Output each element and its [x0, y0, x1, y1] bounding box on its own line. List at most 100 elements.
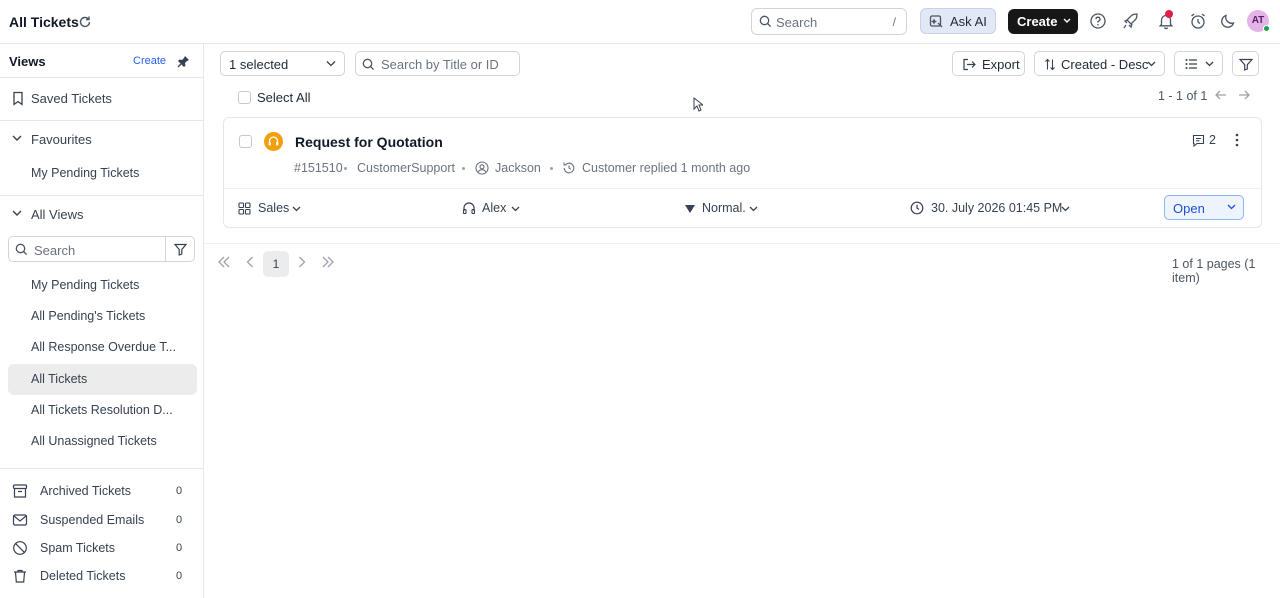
alarm-clock-icon[interactable]	[1189, 12, 1207, 30]
more-vertical-icon[interactable]	[1234, 133, 1240, 147]
export-button[interactable]: Export	[952, 51, 1025, 76]
sort-icon	[1044, 58, 1056, 71]
search-icon	[759, 15, 772, 28]
card-divider	[224, 188, 1261, 189]
group-dropdown[interactable]: Sales	[258, 201, 289, 215]
chevron-down-icon	[511, 206, 520, 212]
filter-icon	[174, 243, 187, 256]
export-icon	[962, 58, 976, 71]
clock-icon	[910, 201, 924, 215]
arrow-left-icon[interactable]	[1214, 89, 1227, 101]
next-page-icon[interactable]	[298, 256, 306, 268]
sort-dropdown[interactable]: Created - Desc	[1034, 51, 1165, 76]
arrow-right-icon[interactable]	[1238, 89, 1251, 101]
suspended-count: 0	[176, 514, 183, 526]
help-icon[interactable]	[1089, 12, 1107, 30]
search-icon	[362, 58, 375, 71]
ticket-team: CustomerSupport	[357, 161, 455, 175]
ticket-search-input[interactable]: Search by Title or ID	[355, 51, 520, 76]
view-item[interactable]: All Unassigned Tickets	[8, 426, 197, 457]
view-item[interactable]: All Pending's Tickets	[8, 301, 197, 332]
bookmark-icon	[12, 91, 24, 106]
mail-icon	[12, 512, 28, 528]
favourite-item-label: My Pending Tickets	[31, 166, 140, 180]
deleted-count: 0	[176, 570, 183, 582]
sort-label: Created - Desc	[1061, 57, 1149, 72]
selected-count-label: 1 selected	[229, 57, 289, 72]
view-mode-dropdown[interactable]	[1174, 51, 1223, 76]
ticket-card[interactable]: Request for Quotation #151510 CustomerSu…	[223, 117, 1262, 228]
spam-count: 0	[176, 542, 183, 554]
first-page-icon[interactable]	[217, 256, 231, 268]
chevron-down-icon	[1063, 18, 1071, 24]
global-search-input[interactable]: Search /	[751, 8, 907, 35]
ban-icon	[12, 540, 28, 556]
suspended-emails-label: Suspended Emails	[40, 513, 145, 527]
favourite-item[interactable]: My Pending Tickets	[8, 158, 197, 189]
create-view-link[interactable]: Create	[133, 55, 166, 67]
comment-count: 2	[1209, 133, 1216, 147]
deleted-tickets-item[interactable]: Deleted Tickets 0	[0, 563, 204, 591]
due-date-dropdown[interactable]: 30. July 2026 01:45 PM	[931, 201, 1062, 215]
ask-ai-label: Ask AI	[950, 14, 987, 29]
prev-page-icon[interactable]	[246, 256, 254, 268]
separator-dot	[462, 167, 465, 170]
view-item-label: My Pending Tickets	[31, 278, 140, 292]
search-placeholder: Search	[776, 15, 818, 30]
select-all-label: Select All	[257, 90, 311, 105]
archived-tickets-item[interactable]: Archived Tickets 0	[0, 478, 204, 506]
all-views-label: All Views	[31, 207, 84, 222]
favourites-label: Favourites	[31, 132, 92, 147]
create-button[interactable]: Create	[1008, 9, 1078, 34]
trash-icon	[12, 568, 28, 584]
online-status-dot	[1263, 25, 1270, 32]
ticket-title[interactable]: Request for Quotation	[295, 134, 443, 150]
ai-sparkle-icon	[929, 14, 944, 29]
view-item-label: All Tickets	[31, 372, 88, 386]
last-page-icon[interactable]	[321, 256, 335, 268]
mouse-cursor-icon	[693, 97, 703, 112]
select-all-checkbox[interactable]	[238, 91, 251, 104]
favourites-section-toggle[interactable]: Favourites	[0, 126, 204, 152]
priority-dropdown[interactable]: Normal.	[702, 201, 746, 215]
pin-icon[interactable]	[177, 55, 190, 68]
dark-mode-icon[interactable]	[1219, 12, 1237, 30]
view-item-active[interactable]: All Tickets	[8, 364, 197, 395]
view-item[interactable]: All Response Overdue T...	[8, 332, 197, 363]
divider	[0, 195, 203, 196]
page-title: All Tickets	[9, 14, 79, 30]
chevron-down-icon	[326, 60, 336, 67]
export-label: Export	[982, 57, 1020, 72]
rocket-icon[interactable]	[1122, 12, 1140, 30]
ask-ai-button[interactable]: Ask AI	[920, 8, 996, 34]
page-number-button[interactable]: 1	[263, 251, 289, 277]
divider	[0, 468, 203, 469]
spam-tickets-label: Spam Tickets	[40, 541, 116, 555]
deleted-tickets-label: Deleted Tickets	[40, 569, 126, 583]
status-dropdown[interactable]: Open	[1164, 195, 1244, 220]
view-item[interactable]: All Tickets Resolution D...	[8, 395, 197, 426]
saved-tickets-item[interactable]: Saved Tickets	[0, 83, 204, 114]
search-icon	[15, 243, 28, 256]
view-item[interactable]: My Pending Tickets	[8, 270, 197, 301]
view-item-label: All Unassigned Tickets	[31, 434, 157, 448]
spam-tickets-item[interactable]: Spam Tickets 0	[0, 535, 204, 563]
comment-icon	[1192, 134, 1205, 147]
view-filter-button[interactable]	[165, 236, 195, 262]
all-views-section-toggle[interactable]: All Views	[0, 201, 204, 227]
notification-badge	[1165, 10, 1173, 18]
separator-dot	[344, 167, 347, 170]
view-search-input[interactable]: Search	[8, 236, 166, 262]
ticket-checkbox[interactable]	[239, 135, 252, 148]
bulk-select-dropdown[interactable]: 1 selected	[220, 51, 345, 76]
view-item-label: All Tickets Resolution D...	[31, 403, 173, 417]
refresh-icon[interactable]	[78, 15, 92, 29]
chevron-down-icon	[1061, 206, 1070, 212]
suspended-emails-item[interactable]: Suspended Emails 0	[0, 507, 204, 535]
chevron-down-icon	[12, 134, 22, 142]
agent-dropdown[interactable]: Alex	[482, 201, 506, 215]
user-circle-icon	[475, 161, 489, 175]
search-shortcut: /	[892, 15, 896, 29]
archived-count: 0	[176, 485, 183, 497]
filter-button[interactable]	[1232, 51, 1259, 76]
